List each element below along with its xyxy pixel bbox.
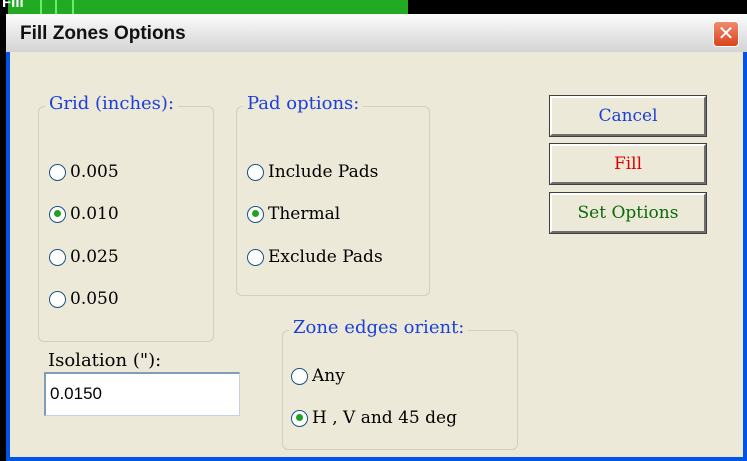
fill-button[interactable]: Fill <box>549 143 707 185</box>
close-icon: ✕ <box>717 21 735 45</box>
grid-option-0050[interactable]: 0.050 <box>49 289 119 309</box>
grid-option-label: 0.025 <box>70 247 119 267</box>
pad-option-label: Include Pads <box>268 162 379 182</box>
pad-options-group: Pad options: Include Pads Thermal Exclud… <box>236 93 430 296</box>
pcb-area <box>8 0 408 14</box>
radio-checked-icon <box>247 205 264 223</box>
pad-option-label: Exclude Pads <box>268 247 383 267</box>
background-menu-text: Fill <box>2 0 24 11</box>
pcb-track <box>40 0 42 14</box>
grid-option-label: 0.050 <box>70 289 119 309</box>
cancel-button[interactable]: Cancel <box>549 95 707 137</box>
fill-zones-dialog: Fill Zones Options ✕ Grid (inches): 0.00… <box>6 14 747 461</box>
radio-icon <box>247 163 264 181</box>
zone-edge-label: Any <box>312 366 345 386</box>
grid-option-0005[interactable]: 0.005 <box>49 162 119 182</box>
grid-option-label: 0.010 <box>70 204 119 224</box>
isolation-input[interactable]: 0.0150 <box>44 372 240 416</box>
pcb-track <box>55 0 57 14</box>
pad-option-thermal[interactable]: Thermal <box>247 204 340 224</box>
radio-icon <box>49 248 66 266</box>
zone-edge-hv45[interactable]: H , V and 45 deg <box>291 408 457 428</box>
dialog-titlebar[interactable]: Fill Zones Options ✕ <box>6 14 747 52</box>
radio-checked-icon <box>49 205 66 223</box>
pcb-track <box>72 0 74 14</box>
zone-edge-any[interactable]: Any <box>291 366 345 386</box>
isolation-label: Isolation ("): <box>48 350 162 371</box>
radio-icon <box>49 163 66 181</box>
pad-options-group-title: Pad options: <box>243 93 364 114</box>
pad-option-label: Thermal <box>268 204 341 224</box>
radio-icon <box>49 290 66 308</box>
close-button[interactable]: ✕ <box>713 21 739 47</box>
grid-option-label: 0.005 <box>70 162 119 182</box>
dialog-client-area: Grid (inches): 0.005 0.010 0.025 0.050 P… <box>10 52 743 457</box>
pad-option-exclude[interactable]: Exclude Pads <box>247 247 383 267</box>
background-editor: Fill <box>0 0 747 14</box>
zone-edges-group-title: Zone edges orient: <box>289 317 469 338</box>
radio-icon <box>291 367 308 385</box>
pad-option-include[interactable]: Include Pads <box>247 162 378 182</box>
radio-icon <box>247 248 264 266</box>
grid-option-0010[interactable]: 0.010 <box>49 204 119 224</box>
grid-group: Grid (inches): 0.005 0.010 0.025 0.050 <box>38 93 214 342</box>
dialog-title: Fill Zones Options <box>20 23 186 44</box>
grid-option-0025[interactable]: 0.025 <box>49 247 119 267</box>
set-options-button[interactable]: Set Options <box>549 192 707 234</box>
zone-edges-group: Zone edges orient: Any H , V and 45 deg <box>282 317 518 450</box>
zone-edge-label: H , V and 45 deg <box>312 408 457 428</box>
radio-checked-icon <box>291 409 308 427</box>
grid-group-title: Grid (inches): <box>45 93 179 114</box>
